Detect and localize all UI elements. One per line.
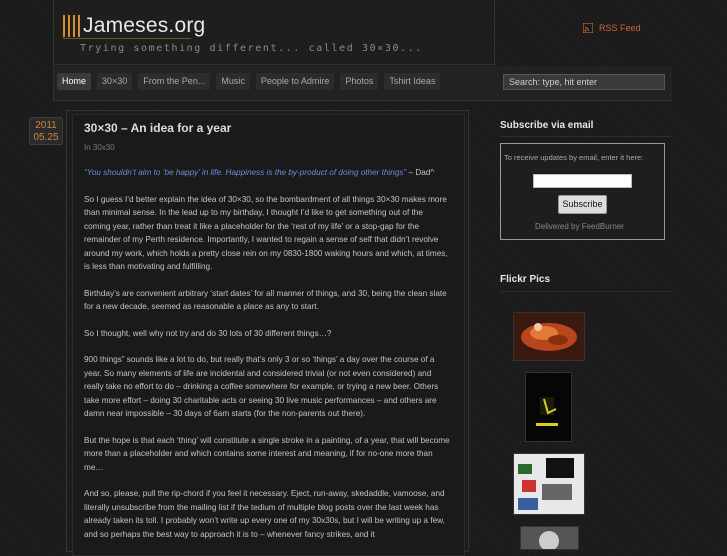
nav-photos[interactable]: Photos <box>340 73 379 90</box>
post-title[interactable]: 30×30 – An idea for a year <box>84 121 231 135</box>
main-nav: Home 30×30 From the Pen... Music People … <box>57 73 441 90</box>
flickr-photo-desk-image <box>514 454 584 514</box>
post-date-year: 2011 <box>35 120 57 131</box>
post-paragraph: So I guess I’d better explain the idea o… <box>84 194 448 272</box>
post-paragraph: And so, please, pull the rip-chord if yo… <box>84 489 445 539</box>
search-input[interactable]: Search: type, hit enter <box>503 74 665 90</box>
nav-from-the-pen[interactable]: From the Pen... <box>138 73 211 90</box>
flickr-photo-dark-image <box>526 373 571 441</box>
subscribe-instructions: To receive updates by email, enter it he… <box>504 153 644 162</box>
post-paragraph: But the hope is that each ‘thing’ will c… <box>84 435 450 472</box>
post-quote-paragraph: “You shouldn’t aim to ‘be happy’ in life… <box>84 166 450 180</box>
nav-people-to-admire[interactable]: People to Admire <box>255 73 335 90</box>
flickr-divider <box>500 291 672 292</box>
post-paragraph: 900 things” sounds like a lot to do, but… <box>84 355 439 418</box>
post-paragraph: Birthday’s are convenient arbitrary ‘sta… <box>84 288 447 312</box>
site-logo[interactable]: Jameses.org <box>63 14 205 38</box>
flickr-title: Flickr Pics <box>500 274 551 285</box>
flickr-photo[interactable] <box>520 526 579 550</box>
logo-bars-icon <box>63 15 80 37</box>
subscribe-button[interactable]: Subscribe <box>558 195 607 214</box>
subscribe-email-field[interactable] <box>533 174 632 188</box>
post-category[interactable]: In 30x30 <box>84 143 115 152</box>
subscribe-divider <box>500 136 672 137</box>
flickr-photo[interactable] <box>513 312 585 361</box>
nav-music[interactable]: Music <box>216 73 250 90</box>
nav-30x30[interactable]: 30×30 <box>97 73 133 90</box>
flickr-photo-food-image <box>514 313 584 360</box>
post-date-day: 05.25 <box>33 132 59 143</box>
post-body: “You shouldn’t aim to ‘be happy’ in life… <box>84 166 450 554</box>
post-date-badge: 2011 05.25 <box>29 117 63 145</box>
site-title[interactable]: Jameses.org <box>83 14 205 38</box>
flickr-photo[interactable] <box>513 453 585 515</box>
subscribe-title: Subscribe via email <box>500 120 594 131</box>
rss-icon <box>583 23 593 33</box>
delivered-by-feedburner[interactable]: Delivered by FeedBurner <box>535 222 624 231</box>
nav-home[interactable]: Home <box>57 73 92 90</box>
rss-label: RSS Feed <box>599 23 641 33</box>
site-tagline: Trying something different... called 30×… <box>80 43 423 54</box>
post-paragraph: So I thought, well why not try and do 30… <box>84 328 332 338</box>
post-quote[interactable]: “You shouldn’t aim to ‘be happy’ in life… <box>84 168 406 177</box>
rss-feed-link[interactable]: RSS Feed <box>583 23 641 33</box>
flickr-photo[interactable] <box>525 372 572 442</box>
flickr-photo-partial-image <box>521 527 578 549</box>
quote-attribution: – Dad^ <box>406 168 435 177</box>
nav-tshirt-ideas[interactable]: Tshirt Ideas <box>384 73 441 90</box>
title-underline <box>63 38 191 39</box>
